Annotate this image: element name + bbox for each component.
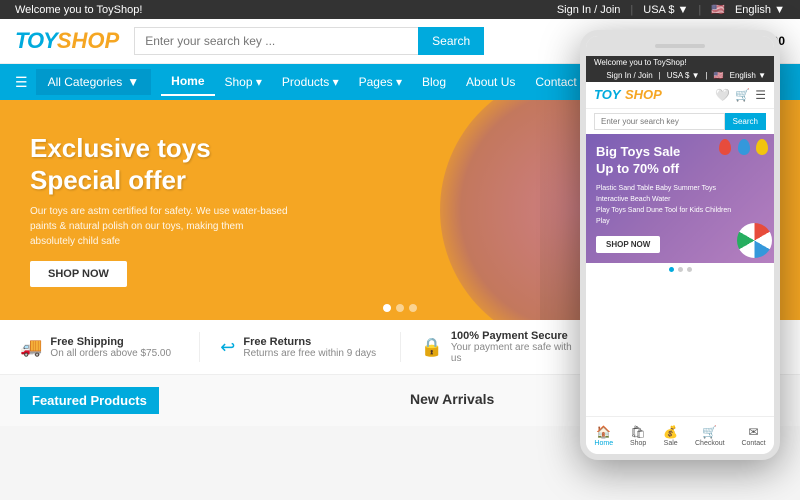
mobile-search: Search [586, 109, 774, 134]
search-bar: Search [134, 27, 484, 55]
feature-returns-text: Free Returns Returns are free within 9 d… [243, 336, 376, 359]
mobile-lang[interactable]: English ▼ [730, 71, 766, 80]
mobile-header: TOY SHOP 🤍 🛒 ☰ [586, 82, 774, 109]
mobile-divider: | [659, 71, 661, 80]
beach-ball [737, 223, 772, 258]
mobile-search-button[interactable]: Search [725, 113, 766, 130]
shop-icon: 🛍 [631, 425, 646, 439]
mobile-dot-3[interactable] [687, 267, 692, 272]
feature-shipping-text: Free Shipping On all orders above $75.00 [50, 336, 171, 359]
payment-icon: 🔒 [421, 337, 443, 358]
hero-dots [383, 304, 417, 312]
mobile-nav-shop[interactable]: 🛍 Shop [630, 425, 646, 447]
divider: | [630, 4, 633, 16]
feature-payment-text: 100% Payment Secure Your payment are saf… [451, 330, 580, 364]
feature-payment: 🔒 100% Payment Secure Your payment are s… [421, 330, 580, 364]
mobile-currency[interactable]: USA $ ▼ [667, 71, 700, 80]
mobile-hero-items: Plastic Sand Table Baby Summer ToysInter… [596, 183, 764, 228]
nav-products[interactable]: Products ▾ [272, 69, 349, 95]
mobile-bottom-nav: 🏠 Home 🛍 Shop 💰 Sale 🛒 Checkout ✉ Contac… [586, 416, 774, 454]
mobile-overlay: Welcome you to ToyShop! Sign In / Join |… [580, 30, 780, 460]
mobile-hero-shop-now[interactable]: SHOP NOW [596, 236, 660, 253]
feature-returns-title: Free Returns [243, 336, 376, 348]
notch-bar [655, 44, 705, 48]
signin-link[interactable]: Sign In / Join [557, 4, 621, 16]
feature-shipping-title: Free Shipping [50, 336, 171, 348]
hero-shop-now-button[interactable]: SHOP NOW [30, 261, 127, 287]
feature-shipping: 🚚 Free Shipping On all orders above $75.… [20, 336, 179, 359]
mobile-welcome: Welcome you to ToyShop! [594, 58, 687, 67]
feature-payment-desc: Your payment are safe with us [451, 342, 580, 364]
hero-desc: Our toys are astm certified for safety. … [30, 204, 290, 249]
feature-payment-title: 100% Payment Secure [451, 330, 580, 342]
balloon-blue [738, 139, 750, 155]
home-icon: 🏠 [596, 425, 611, 439]
nav-home[interactable]: Home [161, 68, 214, 96]
mobile-divider2: | [706, 71, 708, 80]
language-selector[interactable]: English ▼ [735, 4, 785, 16]
mobile-heart-icon[interactable]: 🤍 [715, 88, 730, 102]
nav-blog[interactable]: Blog [412, 69, 456, 95]
mobile-nav-sale[interactable]: 💰 Sale [663, 425, 678, 447]
mobile-menu-icon[interactable]: ☰ [755, 88, 766, 102]
hamburger-icon[interactable]: ☰ [15, 74, 28, 91]
sale-icon: 💰 [663, 425, 678, 439]
welcome-text: Welcome you to ToyShop! [15, 4, 142, 16]
mobile-top-bar-2: Sign In / Join | USA $ ▼ | 🇺🇸 English ▼ [586, 69, 774, 82]
logo-shop: SHOP [57, 28, 119, 54]
hero-title: Exclusive toysSpecial offer [30, 133, 290, 195]
nav-pages[interactable]: Pages ▾ [349, 69, 412, 95]
divider2: | [698, 4, 701, 16]
mobile-dot-1[interactable] [669, 267, 674, 272]
mobile-hero-dots [586, 263, 774, 276]
checkout-icon: 🛒 [702, 425, 717, 439]
nav-about[interactable]: About Us [456, 69, 525, 95]
currency-selector[interactable]: USA $ ▼ [643, 4, 688, 16]
balloon-group [718, 139, 769, 160]
mobile-top-bar: Welcome you to ToyShop! [586, 56, 774, 69]
all-categories-btn[interactable]: All Categories ▼ [36, 69, 152, 95]
hero-content: Exclusive toysSpecial offer Our toys are… [0, 108, 320, 311]
mobile-flag: 🇺🇸 [714, 71, 724, 80]
feature-returns: ↩ Free Returns Returns are free within 9… [220, 336, 379, 359]
mobile-nav-checkout[interactable]: 🛒 Checkout [695, 425, 725, 447]
balloon-red [719, 139, 731, 155]
mobile-logo-toy: TOY [594, 87, 621, 102]
hero-dot-3[interactable] [409, 304, 417, 312]
logo[interactable]: TOY SHOP [15, 28, 119, 54]
feature-returns-desc: Returns are free within 9 days [243, 348, 376, 359]
top-bar: Welcome you to ToyShop! Sign In / Join |… [0, 0, 800, 19]
flag-icon: 🇺🇸 [711, 3, 725, 16]
logo-toy: TOY [15, 28, 57, 54]
balloon-yellow [756, 139, 768, 155]
chevron-down-icon: ▼ [127, 75, 139, 89]
mobile-nav-contact[interactable]: ✉ Contact [741, 425, 765, 447]
mobile-notch [586, 36, 774, 56]
mobile-logo[interactable]: TOY SHOP [594, 86, 662, 104]
contact-icon: ✉ [748, 425, 758, 439]
shipping-icon: 🚚 [20, 337, 42, 358]
returns-icon: ↩ [220, 337, 235, 358]
hero-dot-2[interactable] [396, 304, 404, 312]
mobile-logo-shop: SHOP [625, 87, 662, 102]
feature-divider-1 [199, 332, 200, 362]
featured-products: Featured Products [20, 387, 390, 414]
mobile-cart-icon[interactable]: 🛒 [735, 88, 750, 102]
feature-divider-2 [400, 332, 401, 362]
feature-shipping-desc: On all orders above $75.00 [50, 348, 171, 359]
search-button[interactable]: Search [418, 27, 484, 55]
top-bar-right: Sign In / Join | USA $ ▼ | 🇺🇸 English ▼ [557, 3, 785, 16]
hero-dot-1[interactable] [383, 304, 391, 312]
search-input[interactable] [134, 27, 418, 55]
mobile-hero: Big Toys SaleUp to 70% off Plastic Sand … [586, 134, 774, 263]
mobile-search-input[interactable] [594, 113, 725, 130]
mobile-header-icons: 🤍 🛒 ☰ [715, 88, 766, 102]
nav-links: Home Shop ▾ Products ▾ Pages ▾ Blog Abou… [161, 68, 605, 96]
mobile-signin[interactable]: Sign In / Join [606, 71, 652, 80]
nav-shop[interactable]: Shop ▾ [215, 69, 272, 95]
featured-title: Featured Products [20, 387, 159, 414]
mobile-dot-2[interactable] [678, 267, 683, 272]
mobile-nav-home[interactable]: 🏠 Home [594, 425, 613, 447]
